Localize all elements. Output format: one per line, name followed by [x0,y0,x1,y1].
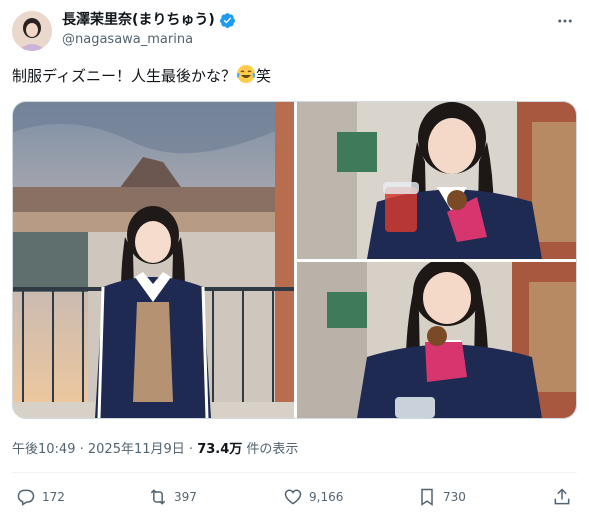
share-icon [554,488,570,505]
display-name[interactable]: 長澤茉里奈(まりちゅう) [62,11,215,29]
photo-drink-snack[interactable] [297,102,576,259]
like-button[interactable]: 9,166 [283,486,343,508]
repost-icon [150,489,166,505]
view-count: 73.4万 [197,442,243,457]
like-count: 9,166 [309,490,344,504]
avatar[interactable] [12,11,52,51]
repost-button[interactable]: 397 [148,486,197,508]
divider [12,472,577,473]
reply-count: 172 [42,490,65,504]
view-count-label: 件の表示 [242,442,299,457]
media-grid [12,101,577,419]
heart-icon [284,489,302,505]
bookmark-button[interactable]: 730 [417,486,466,508]
tweet-meta: 午後10:49 · 2025年11月9日 · 73.4万 件の表示 [12,438,298,457]
meta-separator: · [75,442,88,457]
photo-disney-bridge[interactable] [13,102,294,418]
action-bar: 172 397 9,166 730 [12,486,577,510]
tweet-time[interactable]: 午後10:49 [12,442,75,457]
reply-button[interactable]: 172 [16,486,65,508]
user-handle[interactable]: @nagasawa_marina [62,32,193,47]
tweet-text-suffix: 笑 [255,67,271,85]
verified-badge-icon[interactable] [219,12,236,29]
name-row: 長澤茉里奈(まりちゅう) [62,11,236,29]
more-options-icon[interactable] [555,11,575,31]
photo-eating-snack[interactable] [297,262,576,418]
bookmark-icon [421,488,433,506]
tweet-header: 長澤茉里奈(まりちゅう) @nagasawa_marina [12,9,577,53]
repost-count: 397 [174,490,197,504]
bookmark-count: 730 [443,490,466,504]
tweet-text: 制服ディズニー！人生最後かな？ 笑 [12,64,271,89]
meta-separator-2: · [184,442,198,457]
share-button[interactable] [552,486,572,508]
reply-icon [17,489,35,506]
laughing-crying-emoji-icon [236,64,256,89]
tweet-text-main: 制服ディズニー！人生最後かな？ [12,67,236,85]
tweet-date[interactable]: 2025年11月9日 [88,442,185,457]
